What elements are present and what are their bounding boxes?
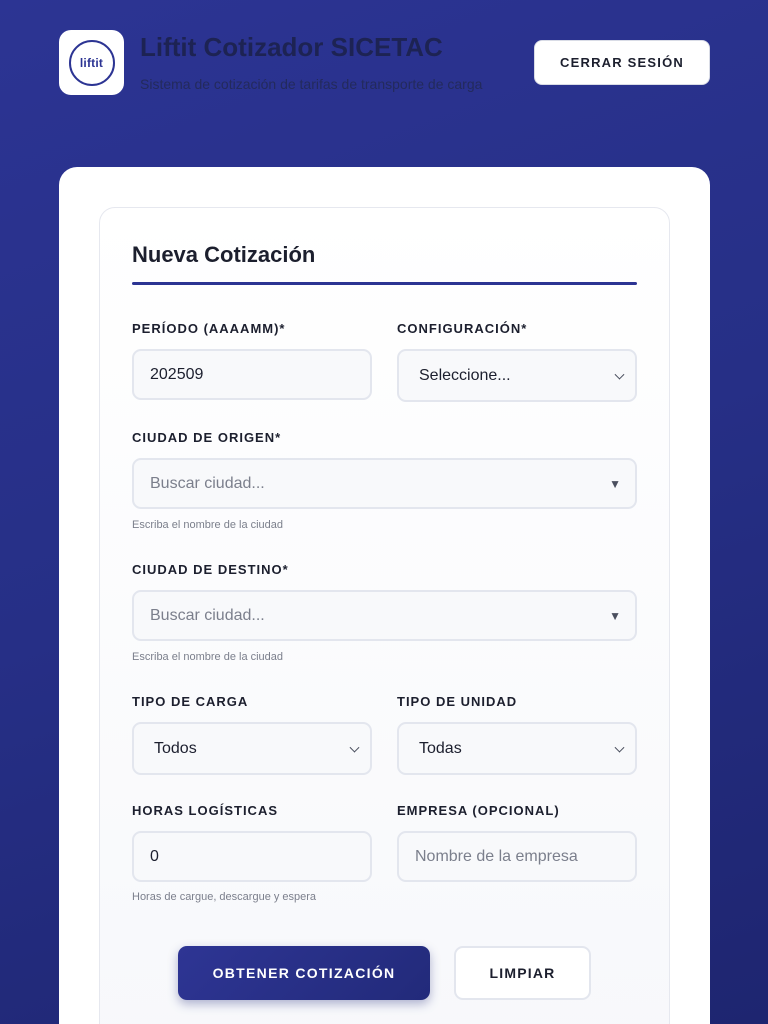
- destino-search-input[interactable]: Buscar ciudad... ▼: [132, 590, 637, 641]
- app-title: Liftit Cotizador SICETAC: [140, 32, 443, 62]
- quote-form: Nueva Cotización PERÍODO (AAAAMM)* 20250…: [99, 207, 670, 1024]
- origen-placeholder: Buscar ciudad...: [150, 474, 265, 492]
- origen-hint: Escriba el nombre de la ciudad: [132, 519, 284, 531]
- get-quote-button[interactable]: OBTENER COTIZACIÓN: [178, 946, 430, 1000]
- origen-label: CIUDAD DE ORIGEN*: [132, 430, 282, 445]
- empresa-input[interactable]: Nombre de la empresa: [397, 831, 637, 882]
- empresa-label: EMPRESA (OPCIONAL): [397, 803, 560, 818]
- origen-search-input[interactable]: Buscar ciudad... ▼: [132, 458, 637, 509]
- periodo-input[interactable]: 202509: [132, 349, 372, 400]
- logo-mark: liftit: [68, 39, 115, 86]
- chevron-down-icon: [614, 742, 625, 753]
- clear-button[interactable]: LIMPIAR: [454, 946, 591, 1000]
- main-card: Nueva Cotización PERÍODO (AAAAMM)* 20250…: [59, 167, 710, 1024]
- destino-label: CIUDAD DE DESTINO*: [132, 562, 289, 577]
- destino-hint: Escriba el nombre de la ciudad: [132, 651, 284, 663]
- configuracion-select[interactable]: Seleccione...: [397, 349, 637, 402]
- configuracion-label: CONFIGURACIÓN*: [397, 321, 528, 336]
- horas-input[interactable]: 0: [132, 831, 372, 882]
- caret-down-icon[interactable]: ▼: [609, 609, 621, 623]
- form-title: Nueva Cotización: [132, 242, 316, 267]
- tipo-carga-select[interactable]: Todos: [132, 722, 372, 775]
- chevron-down-icon: [349, 742, 360, 753]
- logout-button[interactable]: CERRAR SESIÓN: [534, 40, 710, 85]
- horas-label: HORAS LOGÍSTICAS: [132, 803, 279, 818]
- horas-hint: Horas de cargue, descargue y espera: [132, 891, 317, 903]
- app-subtitle: Sistema de cotización de tarifas de tran…: [140, 76, 483, 92]
- horas-value: 0: [150, 847, 159, 865]
- configuracion-selected: Seleccione...: [419, 366, 511, 384]
- periodo-label: PERÍODO (AAAAMM)*: [132, 321, 286, 336]
- tipo-unidad-select[interactable]: Todas: [397, 722, 637, 775]
- tipo-carga-label: TIPO DE CARGA: [132, 694, 249, 709]
- tipo-carga-selected: Todos: [154, 739, 197, 757]
- tipo-unidad-label: TIPO DE UNIDAD: [397, 694, 518, 709]
- empresa-placeholder: Nombre de la empresa: [415, 847, 578, 865]
- periodo-value: 202509: [150, 365, 204, 383]
- tipo-unidad-selected: Todas: [419, 739, 462, 757]
- caret-down-icon[interactable]: ▼: [609, 477, 621, 491]
- title-divider: [132, 282, 637, 285]
- destino-placeholder: Buscar ciudad...: [150, 606, 265, 624]
- chevron-down-icon: [614, 369, 625, 380]
- app-logo: liftit: [59, 30, 124, 95]
